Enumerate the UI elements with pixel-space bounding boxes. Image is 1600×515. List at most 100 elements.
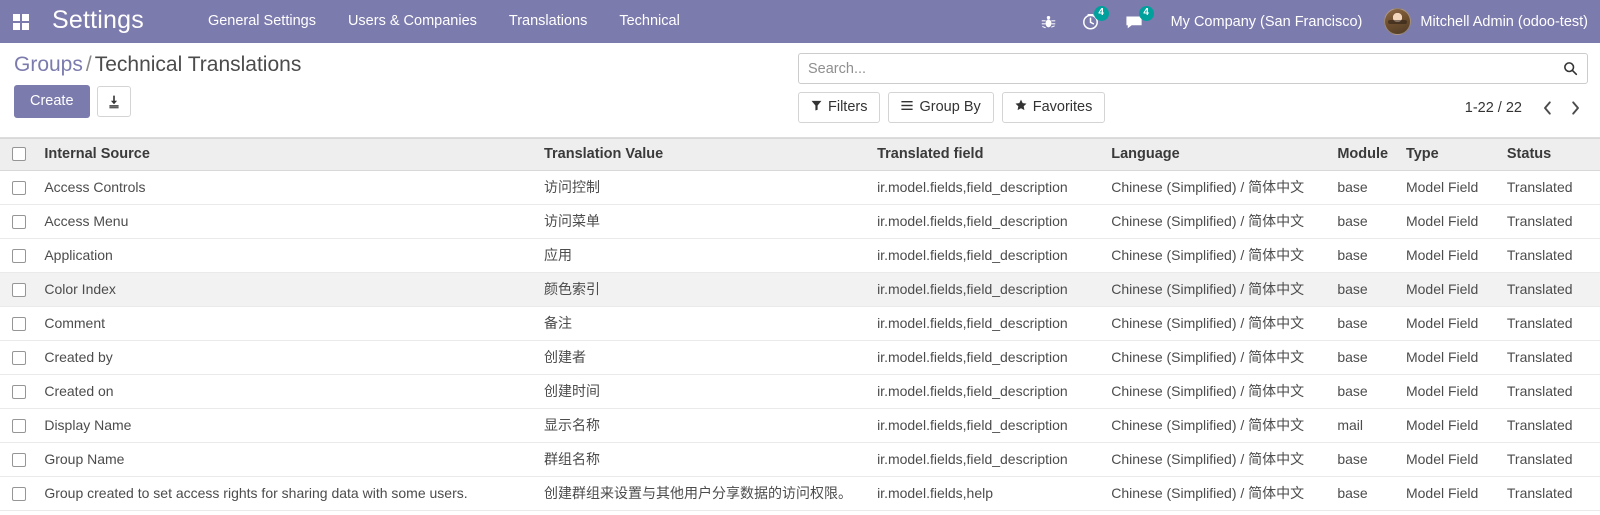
- cell-type[interactable]: Model Field: [1397, 170, 1499, 205]
- cell-internal-source[interactable]: Access Controls: [36, 170, 536, 205]
- cell-language[interactable]: Chinese (Simplified) / 简体中文: [1103, 408, 1330, 443]
- row-checkbox-cell[interactable]: [0, 408, 37, 443]
- cell-module[interactable]: base: [1329, 170, 1398, 205]
- column-header-translation-value[interactable]: Translation Value: [535, 138, 870, 171]
- table-row[interactable]: Application 应用 ir.model.fields,field_descr…: [0, 238, 1600, 273]
- row-checkbox-cell[interactable]: [0, 272, 37, 307]
- cell-type[interactable]: Model Field: [1397, 204, 1499, 239]
- cell-translated-field[interactable]: ir.model.fields,field_description: [869, 510, 1104, 515]
- cell-type[interactable]: Model Field: [1397, 442, 1499, 477]
- apps-grid-icon[interactable]: [6, 0, 36, 43]
- table-row[interactable]: Display Name 显示名称 ir.model.fields,field_de…: [0, 408, 1600, 443]
- cell-language[interactable]: Chinese (Simplified) / 简体中文: [1103, 476, 1330, 511]
- cell-internal-source[interactable]: Group Name: [36, 442, 536, 477]
- row-checkbox[interactable]: [12, 317, 26, 332]
- cell-status[interactable]: Translated: [1498, 510, 1600, 515]
- cell-translation-value[interactable]: 备注: [535, 306, 870, 341]
- cell-type[interactable]: Model Field: [1397, 408, 1499, 443]
- cell-status[interactable]: Translated: [1498, 340, 1600, 375]
- favorites-button[interactable]: Favorites: [1001, 92, 1106, 124]
- row-checkbox-cell[interactable]: [0, 238, 37, 273]
- cell-internal-source[interactable]: Application: [36, 238, 536, 273]
- row-checkbox-cell[interactable]: [0, 170, 37, 205]
- cell-internal-source[interactable]: Access Menu: [36, 204, 536, 239]
- search-view[interactable]: [798, 53, 1588, 84]
- cell-type[interactable]: Model Field: [1397, 306, 1499, 341]
- menu-item-technical[interactable]: Technical: [603, 0, 695, 43]
- row-checkbox[interactable]: [12, 453, 26, 468]
- cell-translated-field[interactable]: ir.model.fields,field_description: [869, 340, 1104, 375]
- breadcrumb-parent-groups[interactable]: Groups: [14, 53, 83, 76]
- pager-value[interactable]: 1-22 / 22: [1465, 100, 1532, 116]
- cell-translated-field[interactable]: ir.model.fields,field_description: [869, 238, 1104, 273]
- cell-internal-source[interactable]: ID: [36, 510, 536, 515]
- cell-type[interactable]: Model Field: [1397, 340, 1499, 375]
- cell-translated-field[interactable]: ir.model.fields,field_description: [869, 170, 1104, 205]
- row-checkbox[interactable]: [12, 419, 26, 434]
- row-checkbox-cell[interactable]: [0, 374, 37, 409]
- table-row[interactable]: Created by 创建者 ir.model.fields,field_descr…: [0, 340, 1600, 375]
- cell-type[interactable]: Model Field: [1397, 510, 1499, 515]
- company-switcher[interactable]: My Company (San Francisco): [1157, 14, 1377, 30]
- cell-internal-source[interactable]: Group created to set access rights for s…: [36, 476, 536, 511]
- cell-language[interactable]: Chinese (Simplified) / 简体中文: [1103, 306, 1330, 341]
- row-checkbox[interactable]: [12, 181, 26, 196]
- cell-translated-field[interactable]: ir.model.fields,field_description: [869, 408, 1104, 443]
- cell-translation-value[interactable]: 创建者: [535, 340, 870, 375]
- cell-translation-value[interactable]: 创建时间: [535, 374, 870, 409]
- cell-type[interactable]: Model Field: [1397, 272, 1499, 307]
- cell-translated-field[interactable]: ir.model.fields,field_description: [869, 272, 1104, 307]
- cell-translation-value[interactable]: 应用: [535, 238, 870, 273]
- cell-type[interactable]: Model Field: [1397, 476, 1499, 511]
- row-checkbox-cell[interactable]: [0, 476, 37, 511]
- cell-module[interactable]: mail: [1329, 510, 1398, 515]
- row-checkbox[interactable]: [12, 487, 26, 502]
- column-header-internal-source[interactable]: Internal Source: [36, 138, 536, 171]
- bug-icon[interactable]: [1028, 0, 1069, 43]
- row-checkbox[interactable]: [12, 215, 26, 230]
- column-header-status[interactable]: Status: [1498, 138, 1600, 171]
- cell-language[interactable]: Chinese (Simplified) / 简体中文: [1103, 204, 1330, 239]
- cell-type[interactable]: Model Field: [1397, 374, 1499, 409]
- row-checkbox[interactable]: [12, 351, 26, 366]
- cell-module[interactable]: base: [1329, 476, 1398, 511]
- cell-language[interactable]: Chinese (Simplified) / 简体中文: [1103, 170, 1330, 205]
- cell-internal-source[interactable]: Comment: [36, 306, 536, 341]
- cell-translation-value[interactable]: 颜色索引: [535, 272, 870, 307]
- cell-module[interactable]: base: [1329, 442, 1398, 477]
- cell-translation-value[interactable]: 群组名称: [535, 442, 870, 477]
- cell-language[interactable]: Chinese (Simplified) / 简体中文: [1103, 510, 1330, 515]
- cell-status[interactable]: Translated: [1498, 374, 1600, 409]
- cell-status[interactable]: Translated: [1498, 306, 1600, 341]
- activities-clock-icon[interactable]: 4: [1069, 0, 1112, 43]
- table-row[interactable]: Group Name 群组名称 ir.model.fields,field_desc…: [0, 442, 1600, 477]
- column-header-language[interactable]: Language: [1103, 138, 1330, 171]
- cell-type[interactable]: Model Field: [1397, 238, 1499, 273]
- row-checkbox-cell[interactable]: [0, 204, 37, 239]
- cell-internal-source[interactable]: Created by: [36, 340, 536, 375]
- cell-status[interactable]: Translated: [1498, 272, 1600, 307]
- groupby-button[interactable]: Group By: [888, 92, 994, 124]
- cell-translated-field[interactable]: ir.model.fields,help: [869, 476, 1104, 511]
- select-all-checkbox[interactable]: [12, 147, 26, 162]
- cell-language[interactable]: Chinese (Simplified) / 简体中文: [1103, 272, 1330, 307]
- messages-chat-icon[interactable]: 4: [1112, 0, 1157, 43]
- menu-item-general-settings[interactable]: General Settings: [192, 0, 332, 43]
- select-all-checkbox-cell[interactable]: [0, 138, 37, 171]
- table-row[interactable]: Color Index 颜色索引 ir.model.fields,field_des…: [0, 272, 1600, 307]
- row-checkbox-cell[interactable]: [0, 442, 37, 477]
- column-header-module[interactable]: Module: [1329, 138, 1398, 171]
- table-row[interactable]: Group created to set access rights for s…: [0, 476, 1600, 511]
- column-header-type[interactable]: Type: [1397, 138, 1499, 171]
- row-checkbox[interactable]: [12, 283, 26, 298]
- table-row[interactable]: Access Controls 访问控制 ir.model.fields,field…: [0, 170, 1600, 205]
- cell-status[interactable]: Translated: [1498, 408, 1600, 443]
- cell-module[interactable]: base: [1329, 306, 1398, 341]
- cell-module[interactable]: base: [1329, 272, 1398, 307]
- filters-button[interactable]: Filters: [798, 92, 881, 124]
- create-button[interactable]: Create: [14, 85, 90, 119]
- cell-status[interactable]: Translated: [1498, 442, 1600, 477]
- cell-translation-value[interactable]: 创建群组来设置与其他用户分享数据的访问权限。: [535, 476, 870, 511]
- chevron-right-icon[interactable]: [1562, 95, 1588, 121]
- cell-translated-field[interactable]: ir.model.fields,field_description: [869, 442, 1104, 477]
